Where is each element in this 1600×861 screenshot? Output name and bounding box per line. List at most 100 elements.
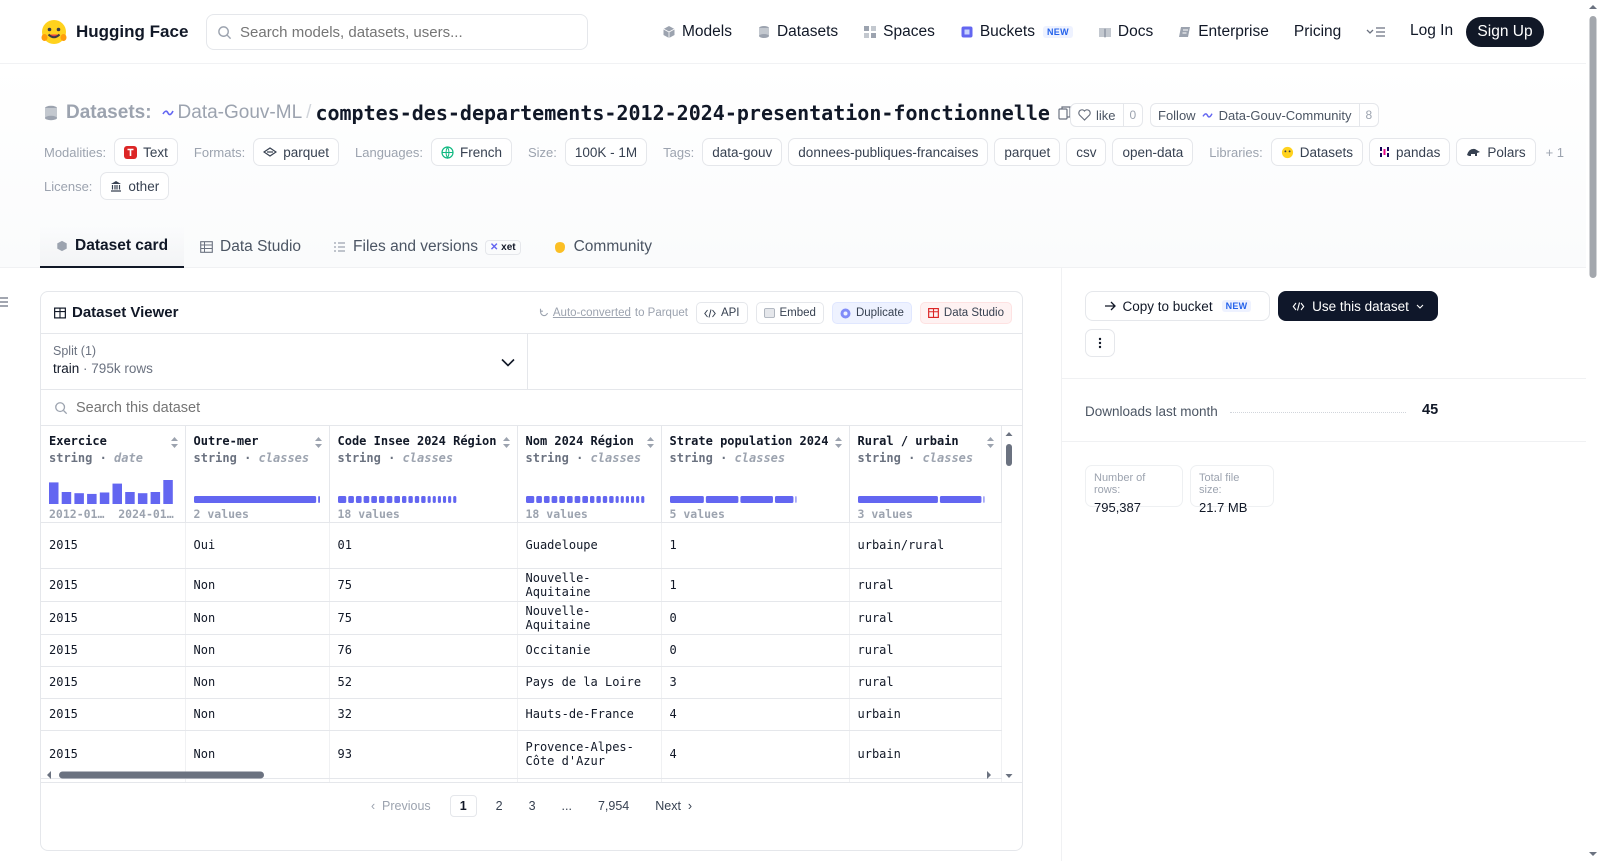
global-search-input[interactable] <box>240 23 570 41</box>
class-segment[interactable] <box>558 496 565 503</box>
class-distribution-bar[interactable] <box>669 476 800 504</box>
class-segment[interactable] <box>386 496 392 503</box>
class-segment[interactable] <box>370 496 377 503</box>
column-header[interactable]: Rural / urbain string · classes 3 values <box>849 426 1002 523</box>
table-cell[interactable]: 2015 <box>41 698 186 731</box>
page-scrollbar[interactable] <box>1586 0 1600 861</box>
class-segment[interactable] <box>774 496 793 503</box>
class-segment[interactable] <box>939 496 981 503</box>
class-segment[interactable] <box>193 496 316 503</box>
toc-toggle-icon[interactable] <box>0 296 10 308</box>
table-cell[interactable]: Pays de la Loire <box>517 666 662 699</box>
tag-language-french[interactable]: French <box>430 138 512 166</box>
tag-license[interactable]: other <box>100 172 170 200</box>
table-cell[interactable]: 0 <box>661 634 850 667</box>
class-segment[interactable] <box>595 496 601 503</box>
class-segment[interactable] <box>452 496 456 503</box>
histogram-bar[interactable] <box>61 492 72 504</box>
class-distribution-bar[interactable] <box>337 476 468 504</box>
brand[interactable]: Hugging Face <box>40 16 188 48</box>
table-cell[interactable]: 2015 <box>41 522 186 569</box>
like-button[interactable]: like 0 <box>1070 103 1144 127</box>
table-cell[interactable]: 76 <box>329 634 518 667</box>
nav-buckets[interactable]: Buckets NEW <box>960 23 1073 41</box>
histogram-bar[interactable] <box>163 480 173 504</box>
table-cell[interactable]: 3 <box>661 666 850 699</box>
table-row[interactable]: 2015 Non 76 Occitanie 0 rural <box>41 634 1002 667</box>
class-segment[interactable] <box>447 496 451 503</box>
use-this-dataset-button[interactable]: Use this dataset <box>1278 291 1438 321</box>
table-cell[interactable]: Occitanie <box>517 634 662 667</box>
table-row[interactable]: 2015 Non 75 Nouvelle-Aquitaine 1 rural <box>41 568 1002 602</box>
class-segment[interactable] <box>602 496 607 503</box>
tab-data-studio[interactable]: Data Studio <box>184 226 317 268</box>
column-header[interactable]: Nom 2024 Région string · classes 18 values <box>517 426 662 523</box>
table-cell[interactable]: rural <box>849 634 1002 667</box>
table-cell[interactable]: Non <box>185 634 330 667</box>
class-segment[interactable] <box>317 496 320 503</box>
tag-data-gouv[interactable]: data-gouv <box>702 138 783 166</box>
table-cell[interactable]: Guadeloupe <box>517 522 662 569</box>
class-segment[interactable] <box>407 496 413 503</box>
data-studio-button[interactable]: Data Studio <box>919 302 1012 324</box>
class-segment[interactable] <box>615 496 619 503</box>
histogram-bar[interactable] <box>99 492 110 504</box>
table-cell[interactable]: rural <box>849 601 1002 635</box>
table-cell[interactable]: Non <box>185 698 330 731</box>
page-3-button[interactable]: 3 <box>516 795 549 817</box>
class-segment[interactable] <box>630 496 634 503</box>
auto-converted-link[interactable]: Auto-converted <box>553 307 631 319</box>
page-1-button[interactable]: 1 <box>449 795 477 817</box>
table-cell[interactable]: 01 <box>329 522 518 569</box>
previous-page-button[interactable]: ‹ Previous <box>358 795 444 817</box>
histogram-bar[interactable] <box>137 493 148 504</box>
class-segment[interactable] <box>401 496 406 503</box>
table-cell[interactable]: 0 <box>661 601 850 635</box>
tab-files-and-versions[interactable]: Files and versions ✕ xet <box>317 226 537 268</box>
tag-size[interactable]: 100K - 1M <box>564 138 648 166</box>
tab-dataset-card[interactable]: Dataset card <box>40 226 185 268</box>
class-segment[interactable] <box>337 496 346 503</box>
sort-icon[interactable] <box>646 436 655 449</box>
class-segment[interactable] <box>442 496 446 503</box>
sort-icon[interactable] <box>170 436 179 449</box>
class-segment[interactable] <box>535 496 542 503</box>
class-segment[interactable] <box>432 496 436 503</box>
table-cell[interactable]: 52 <box>329 666 518 699</box>
tag-parquet[interactable]: parquet <box>994 138 1061 166</box>
copy-to-bucket-button[interactable]: Copy to bucket NEW <box>1085 291 1270 321</box>
class-segment[interactable] <box>543 496 550 503</box>
table-cell[interactable]: 4 <box>661 698 850 731</box>
class-segment[interactable] <box>669 496 704 503</box>
table-cell[interactable]: 2015 <box>41 634 186 667</box>
dataset-search-input[interactable] <box>76 399 676 416</box>
table-cell[interactable]: Non <box>185 568 330 602</box>
table-cell[interactable]: Hauts-de-France <box>517 698 662 731</box>
class-segment[interactable] <box>608 496 614 503</box>
tag-donnees-publiques[interactable]: donnees-publiques-francaises <box>788 138 989 166</box>
table-cell[interactable]: rural <box>849 666 1002 699</box>
follow-button[interactable]: Follow Data-Gouv-Community 8 <box>1150 103 1380 127</box>
duplicate-button[interactable]: Duplicate <box>831 302 912 324</box>
class-segment[interactable] <box>378 496 385 503</box>
tag-csv[interactable]: csv <box>1066 138 1107 166</box>
class-segment[interactable] <box>427 496 431 503</box>
table-cell[interactable]: 32 <box>329 698 518 731</box>
repo-name[interactable]: comptes-des-departements-2012-2024-prese… <box>315 101 1050 125</box>
page-2-button[interactable]: 2 <box>483 795 516 817</box>
table-cell[interactable]: 1 <box>661 522 850 569</box>
tag-format-parquet[interactable]: parquet <box>253 138 339 166</box>
date-histogram[interactable] <box>49 476 179 504</box>
nav-enterprise[interactable]: Enterprise <box>1178 23 1269 41</box>
table-cell[interactable]: 2015 <box>41 568 186 602</box>
column-header[interactable]: Code Insee 2024 Région string · classes 18… <box>329 426 518 523</box>
sort-icon[interactable] <box>986 436 995 449</box>
dataset-search[interactable] <box>41 390 1022 426</box>
next-page-button[interactable]: Next › <box>642 795 705 817</box>
class-segment[interactable] <box>857 496 938 503</box>
histogram-bar[interactable] <box>49 482 59 504</box>
histogram-bar[interactable] <box>74 493 84 504</box>
tag-library-datasets[interactable]: Datasets <box>1270 138 1364 166</box>
class-segment[interactable] <box>574 496 580 503</box>
class-segment[interactable] <box>982 496 984 503</box>
